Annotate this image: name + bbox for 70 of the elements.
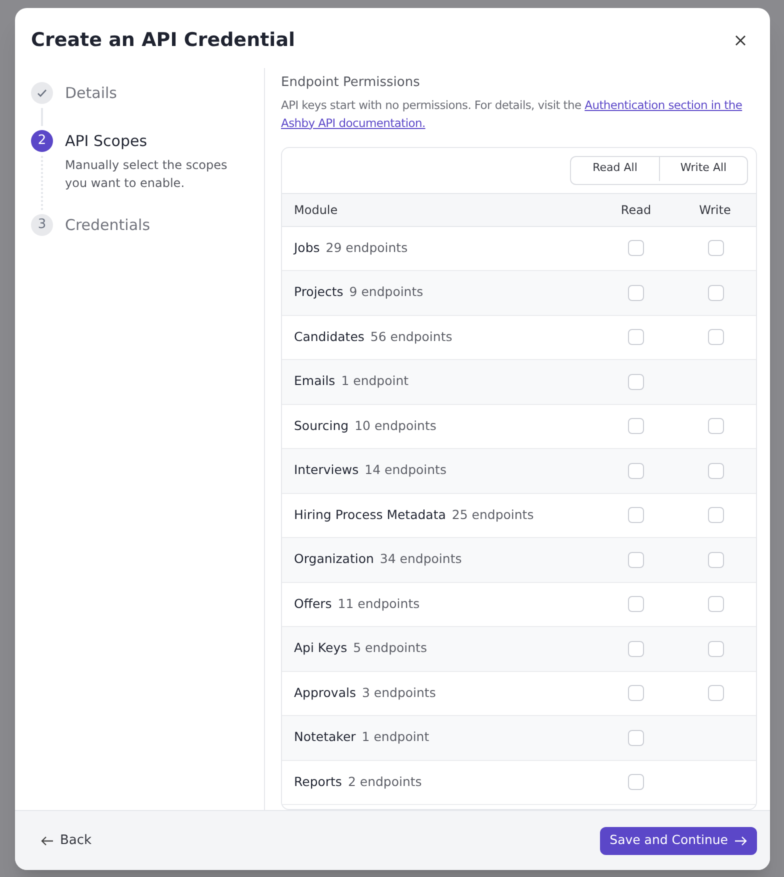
module-name: Jobs xyxy=(294,238,320,257)
endpoint-count: 1 endpoint xyxy=(341,372,409,390)
bulk-select-button[interactable]: Write All xyxy=(659,156,747,180)
bulk-select-button[interactable]: Read All xyxy=(571,156,659,180)
checkbox[interactable] xyxy=(628,418,644,434)
checkbox[interactable] xyxy=(708,507,724,524)
documentation-link[interactable]: Ashby API documentation. xyxy=(281,116,426,130)
checkbox[interactable] xyxy=(708,552,724,568)
step-label: Details xyxy=(65,83,118,104)
intro-text: API keys start with no permissions. For details, visit the Authentication section in the Ashby API documentation. xyxy=(281,96,744,132)
checkbox[interactable] xyxy=(628,374,644,390)
endpoint-count: 9 endpoints xyxy=(349,283,424,302)
back-button[interactable]: Back xyxy=(41,830,92,850)
step-number: 3 xyxy=(31,214,53,236)
endpoint-count: 14 endpoints xyxy=(364,461,446,480)
module-name: Candidates xyxy=(294,328,364,346)
checkbox[interactable] xyxy=(708,596,724,612)
module-name: Emails xyxy=(294,372,336,390)
checkbox[interactable] xyxy=(628,552,644,568)
endpoint-count: 25 endpoints xyxy=(452,506,534,524)
arrow-left-icon xyxy=(41,836,54,846)
checkbox[interactable] xyxy=(708,685,724,702)
column-header: Read xyxy=(620,202,652,218)
module-name: Reports xyxy=(294,772,342,791)
checkbox[interactable] xyxy=(708,284,724,301)
arrow-right-icon xyxy=(734,836,747,846)
step-number: 2 xyxy=(31,130,53,152)
module-name: Interviews xyxy=(294,461,359,480)
module-name: Organization xyxy=(294,550,374,568)
checkbox[interactable] xyxy=(708,418,724,434)
module-name: Sourcing xyxy=(294,416,349,435)
section-title: Endpoint Permissions xyxy=(281,74,421,92)
endpoint-count: 34 endpoints xyxy=(380,550,462,568)
checkbox[interactable] xyxy=(628,284,644,301)
documentation-link[interactable]: Authentication section in the xyxy=(584,98,742,112)
checkbox[interactable] xyxy=(628,685,644,702)
endpoint-count: 10 endpoints xyxy=(354,416,436,435)
module-name: Hiring Process Metadata xyxy=(294,506,446,524)
checkbox[interactable] xyxy=(628,640,644,657)
endpoint-count: 3 endpoints xyxy=(362,684,436,702)
checkbox[interactable] xyxy=(628,507,644,524)
checkbox[interactable] xyxy=(628,730,644,746)
step-label: API Scopes xyxy=(65,131,148,152)
checkbox[interactable] xyxy=(628,329,644,346)
endpoint-count: 11 endpoints xyxy=(338,594,420,613)
module-name: Offers xyxy=(294,594,332,613)
save-and-continue-button[interactable]: Save and Continue xyxy=(600,826,757,854)
column-header: Write xyxy=(698,202,732,218)
endpoint-count: 56 endpoints xyxy=(370,328,452,346)
checkbox[interactable] xyxy=(708,240,724,256)
column-header: Module xyxy=(293,202,339,218)
module-name: Projects xyxy=(294,283,344,302)
module-name: Notetaker xyxy=(294,728,356,746)
endpoint-count: 29 endpoints xyxy=(326,238,408,257)
module-name: Approvals xyxy=(294,684,356,702)
dialog-title: Create an API Credential xyxy=(31,28,296,53)
checkbox[interactable] xyxy=(708,462,724,479)
checkbox[interactable] xyxy=(628,462,644,479)
module-name: Api Keys xyxy=(294,639,348,658)
endpoint-count: 2 endpoints xyxy=(348,772,422,791)
checkbox[interactable] xyxy=(628,596,644,612)
endpoint-count: 1 endpoint xyxy=(362,728,430,746)
step-description: Manually select the scopes you want to enable. xyxy=(65,157,228,192)
checkbox[interactable] xyxy=(708,329,724,346)
checkbox[interactable] xyxy=(628,774,644,790)
checkbox[interactable] xyxy=(628,240,644,256)
check-icon xyxy=(36,87,48,99)
step-label: Credentials xyxy=(65,215,150,236)
checkbox[interactable] xyxy=(708,640,724,657)
endpoint-count: 5 endpoints xyxy=(353,639,427,658)
